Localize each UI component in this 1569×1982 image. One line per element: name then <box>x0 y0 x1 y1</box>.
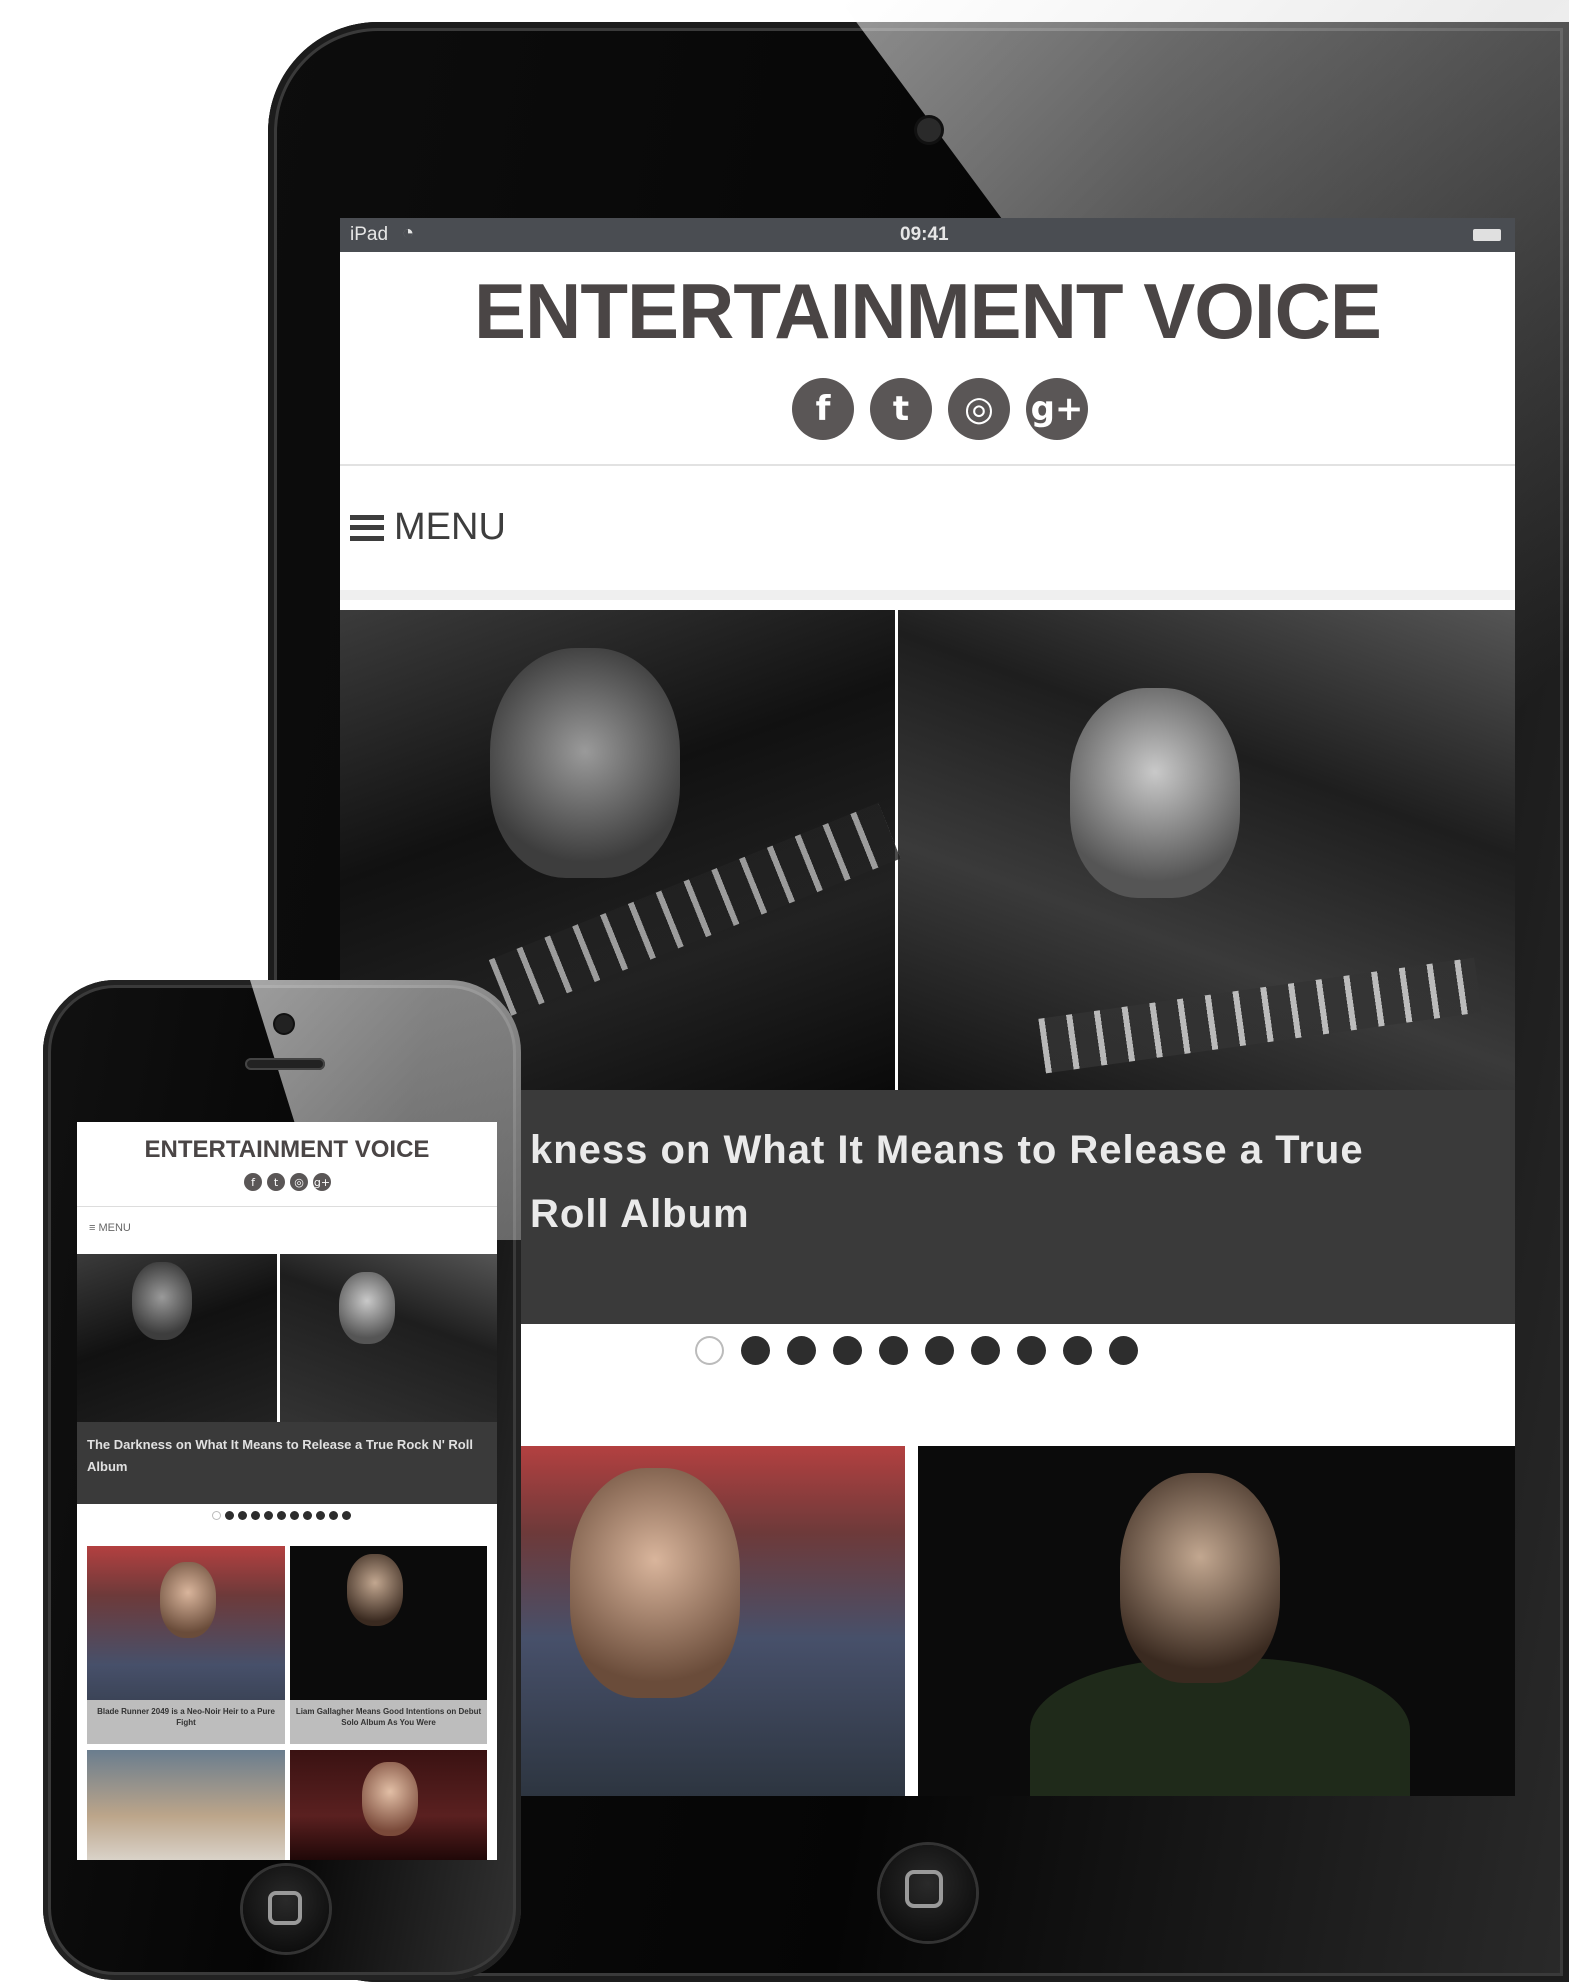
slider-dot[interactable] <box>212 1511 221 1520</box>
ipad-camera <box>917 118 941 142</box>
slider-dot[interactable] <box>329 1511 338 1520</box>
site-title[interactable]: ENTERTAINMENT VOICE <box>77 1136 497 1164</box>
thumbnail-portrait <box>1120 1473 1280 1683</box>
hero-portrait-left <box>132 1262 192 1340</box>
slider-dot[interactable] <box>238 1511 247 1520</box>
iphone-screen: ENTERTAINMENT VOICE f t ◎ g+ ≡ MENU The … <box>77 1122 497 1860</box>
slider-dot[interactable] <box>277 1511 286 1520</box>
thumbnail-portrait <box>362 1762 418 1836</box>
instagram-icon[interactable]: ◎ <box>290 1173 308 1191</box>
header-divider <box>77 1206 497 1207</box>
slider-dot[interactable] <box>264 1511 273 1520</box>
slider-dot[interactable] <box>1017 1336 1046 1365</box>
social-links: f t ◎ g+ <box>244 1173 331 1191</box>
slider-dot[interactable] <box>879 1336 908 1365</box>
slider-dot[interactable] <box>971 1336 1000 1365</box>
slider-dot[interactable] <box>925 1336 954 1365</box>
slider-dot[interactable] <box>1063 1336 1092 1365</box>
hero-caption-line2: Roll Album <box>530 1192 750 1236</box>
slider-dot[interactable] <box>303 1511 312 1520</box>
iphone-speaker <box>245 1058 325 1070</box>
hero-portrait-right <box>339 1272 395 1344</box>
slider-dot[interactable] <box>741 1336 770 1365</box>
article-thumbnail[interactable] <box>87 1750 285 1860</box>
thumbnail-portrait <box>347 1554 403 1626</box>
iphone-camera <box>275 1015 293 1033</box>
slider-dots <box>212 1511 351 1520</box>
hero-caption[interactable]: kness on What It Means to Release a True… <box>530 1118 1490 1246</box>
home-icon <box>268 1891 302 1925</box>
hero-image-right[interactable] <box>280 1254 497 1422</box>
google-plus-icon[interactable]: g+ <box>313 1173 331 1191</box>
home-icon <box>905 1870 943 1908</box>
slider-dot[interactable] <box>316 1511 325 1520</box>
twitter-icon[interactable]: t <box>267 1173 285 1191</box>
thumbnail-portrait <box>570 1468 740 1698</box>
thumbnail-caption[interactable]: Liam Gallagher Means Good Intentions on … <box>290 1700 487 1744</box>
slider-dot[interactable] <box>225 1511 234 1520</box>
slider-dot[interactable] <box>1109 1336 1138 1365</box>
facebook-icon[interactable]: f <box>244 1173 262 1191</box>
hero-portrait-left <box>490 648 680 878</box>
hero-caption-line1: kness on What It Means to Release a True <box>530 1128 1364 1172</box>
slider-dot[interactable] <box>787 1336 816 1365</box>
hero-caption[interactable]: The Darkness on What It Means to Release… <box>87 1434 487 1478</box>
hero-portrait-right <box>1070 688 1240 898</box>
slider-dot[interactable] <box>251 1511 260 1520</box>
slider-dot[interactable] <box>342 1511 351 1520</box>
slider-dot[interactable] <box>290 1511 299 1520</box>
slider-dots <box>695 1336 1138 1365</box>
slider-dot[interactable] <box>833 1336 862 1365</box>
menu-button[interactable]: ≡ MENU <box>89 1222 131 1234</box>
slider-dot[interactable] <box>695 1336 724 1365</box>
thumbnail-caption[interactable]: Blade Runner 2049 is a Neo-Noir Heir to … <box>87 1700 285 1744</box>
thumbnail-portrait <box>160 1562 216 1638</box>
